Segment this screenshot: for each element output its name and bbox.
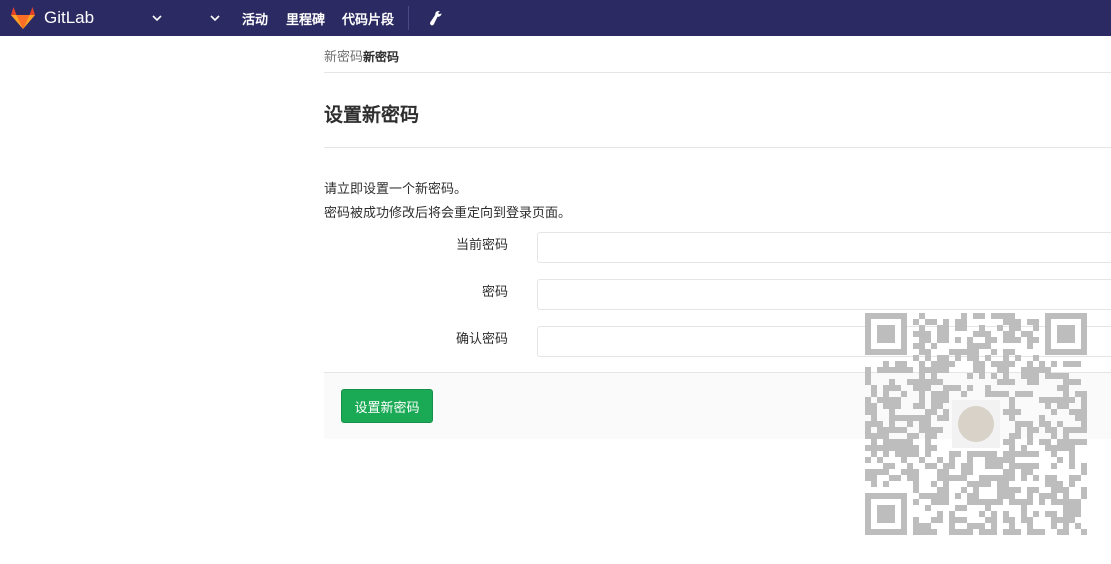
breadcrumb: 新密码新密码 — [324, 46, 399, 65]
nav-link-snippets[interactable]: 代码片段 — [342, 0, 394, 36]
current-password-label: 当前密码 — [455, 237, 508, 252]
info-text: 请立即设置一个新密码。 — [324, 181, 468, 196]
nav-divider — [408, 6, 409, 30]
current-password-input[interactable] — [537, 232, 1111, 263]
confirm-password-label: 确认密码 — [455, 331, 508, 346]
breadcrumb-link[interactable]: 新密码 — [324, 49, 363, 64]
wrench-icon[interactable] — [428, 0, 444, 36]
breadcrumb-current: 新密码 — [363, 50, 400, 64]
nav-link-milestones[interactable]: 里程碑 — [286, 0, 325, 36]
chevron-down-icon[interactable] — [208, 0, 222, 36]
chevron-down-icon[interactable] — [150, 0, 164, 36]
qr-code-image — [865, 313, 1087, 535]
brand-name[interactable]: GitLab — [44, 0, 94, 36]
top-navbar: GitLab 活动 里程碑 代码片段 — [0, 0, 1111, 36]
nav-link-activity[interactable]: 活动 — [242, 0, 268, 36]
divider — [324, 72, 1111, 73]
password-input[interactable] — [537, 279, 1111, 310]
page-title: 设置新密码 — [324, 105, 420, 126]
set-password-button[interactable]: 设置新密码 — [341, 389, 433, 423]
password-label: 密码 — [481, 284, 508, 299]
info-text: 密码被成功修改后将会重定向到登录页面。 — [324, 205, 572, 220]
gitlab-logo-icon[interactable] — [10, 0, 36, 36]
divider — [324, 147, 1111, 148]
